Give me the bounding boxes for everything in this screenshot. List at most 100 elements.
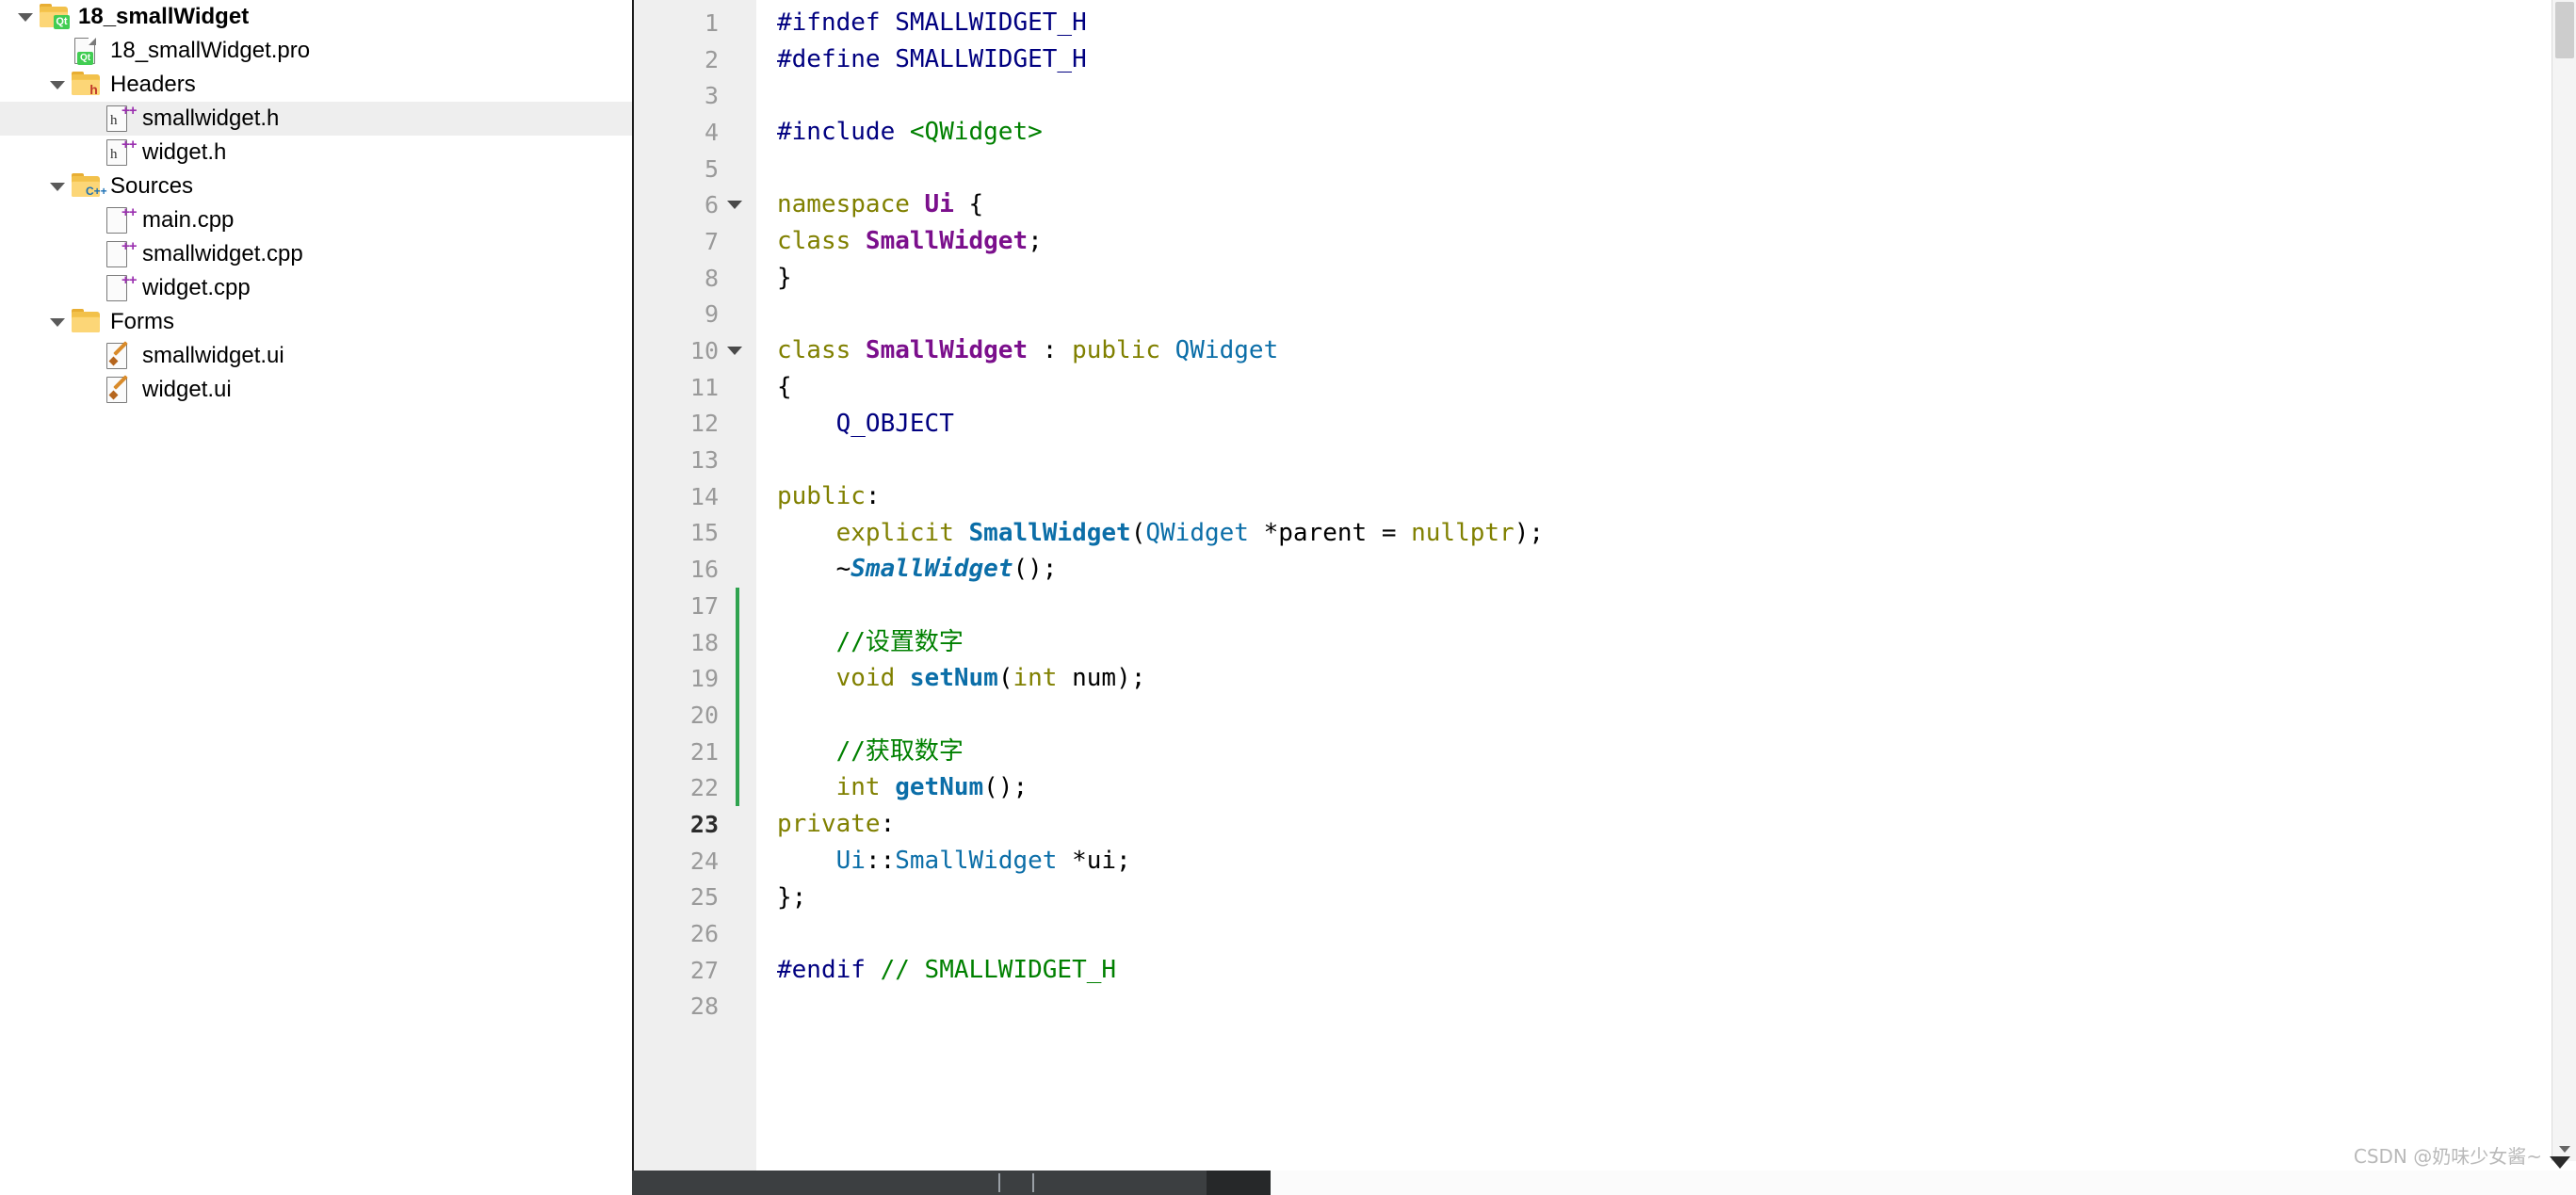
tree-item-widget-h[interactable]: h ++ widget.h xyxy=(0,136,632,170)
code-line[interactable]: #endif // SMALLWIDGET_H xyxy=(777,952,2576,989)
gutter-line: 3 xyxy=(634,77,756,114)
chevron-down-icon[interactable] xyxy=(13,0,38,34)
line-number: 13 xyxy=(689,446,719,475)
tree-item-forms[interactable]: Forms xyxy=(0,305,632,339)
code-line[interactable]: //设置数字 xyxy=(777,624,2576,661)
line-number: 2 xyxy=(704,45,719,73)
code-token: Q_OBJECT xyxy=(835,409,954,438)
file-ui-icon xyxy=(102,341,134,370)
chevron-down-icon[interactable] xyxy=(45,68,70,102)
tree-item-18-smallwidget-pro[interactable]: Qt 18_smallWidget.pro xyxy=(0,34,632,68)
line-number: 14 xyxy=(689,482,719,510)
code-line[interactable]: class SmallWidget : public QWidget xyxy=(777,332,2576,369)
chevron-down-icon[interactable] xyxy=(45,305,70,339)
code-line[interactable]: ~SmallWidget(); xyxy=(777,551,2576,588)
tree-item-label: smallwidget.h xyxy=(142,105,280,131)
gutter-line: 10 xyxy=(634,332,756,369)
tree-item-label: Sources xyxy=(110,173,194,199)
gutter-line: 14 xyxy=(634,478,756,515)
tree-item-label: Forms xyxy=(110,309,174,334)
code-line[interactable] xyxy=(777,77,2576,114)
code-lines[interactable]: #ifndef SMALLWIDGET_H #define SMALLWIDGET… xyxy=(777,5,2576,1025)
tree-item-smallwidget-h[interactable]: h ++ smallwidget.h xyxy=(0,102,632,136)
code-line[interactable] xyxy=(777,151,2576,187)
code-editor[interactable]: 1 2 3 4 5 6 7 8 9 10 11 12 13 14 15 16 17 18 19 20 21 22 23 24 2… xyxy=(632,0,2576,1195)
code-line[interactable] xyxy=(777,915,2576,952)
file-cpp-icon: ++ xyxy=(102,238,138,268)
code-line[interactable] xyxy=(777,697,2576,734)
tree-item-18-smallwidget[interactable]: Qt 18_smallWidget xyxy=(0,0,632,34)
vertical-scrollbar[interactable] xyxy=(2552,0,2576,1161)
code-line[interactable] xyxy=(777,297,2576,333)
code-line[interactable]: #include <QWidget> xyxy=(777,114,2576,151)
code-token: <QWidget> xyxy=(909,118,1043,147)
code-line[interactable]: Q_OBJECT xyxy=(777,406,2576,443)
chevron-down-icon[interactable] xyxy=(45,170,70,203)
tree-item-widget-cpp[interactable]: ++ widget.cpp xyxy=(0,271,632,305)
tree-item-label: smallwidget.ui xyxy=(142,343,284,368)
bottom-toolbar-light-segment[interactable] xyxy=(1271,1171,2576,1195)
code-token: #endif xyxy=(777,955,881,984)
code-line[interactable]: //获取数字 xyxy=(777,734,2576,770)
fold-collapse-icon[interactable] xyxy=(722,187,747,223)
code-line[interactable]: public: xyxy=(777,478,2576,515)
resize-handle-icon[interactable] xyxy=(2550,1156,2570,1169)
code-line[interactable]: namespace Ui { xyxy=(777,186,2576,223)
code-token: #define SMALLWIDGET_H xyxy=(777,44,1087,73)
gutter-line: 9 xyxy=(634,297,756,333)
line-number: 15 xyxy=(689,519,719,547)
code-token: SmallWidget xyxy=(865,227,1029,256)
code-line[interactable]: int getNum(); xyxy=(777,769,2576,806)
tree-item-widget-ui[interactable]: widget.ui xyxy=(0,373,632,407)
code-token: private xyxy=(777,810,881,839)
tree-item-sources[interactable]: C++ Sources xyxy=(0,170,632,203)
fold-collapse-icon[interactable] xyxy=(722,333,747,369)
tree-item-smallwidget-ui[interactable]: smallwidget.ui xyxy=(0,339,632,373)
code-line[interactable]: } xyxy=(777,260,2576,297)
project-tree-sidebar[interactable]: Qt 18_smallWidget Qt 18_smallWidget.pro h Hea… xyxy=(0,0,632,1195)
code-token: } xyxy=(777,263,792,292)
code-line[interactable]: void setNum(int num); xyxy=(777,660,2576,697)
code-line[interactable]: #ifndef SMALLWIDGET_H xyxy=(777,5,2576,41)
code-token: //获取数字 xyxy=(835,736,964,766)
code-line[interactable]: explicit SmallWidget(QWidget *parent = n… xyxy=(777,515,2576,552)
code-line[interactable]: #define SMALLWIDGET_H xyxy=(777,41,2576,78)
folder-forms-icon xyxy=(70,308,102,336)
scrollbar-thumb[interactable] xyxy=(2555,2,2574,58)
code-line[interactable] xyxy=(777,442,2576,478)
line-number: 1 xyxy=(704,8,719,37)
bottom-toolbar[interactable] xyxy=(632,1171,2576,1195)
code-text-area[interactable]: #ifndef SMALLWIDGET_H #define SMALLWIDGET… xyxy=(736,0,2576,1195)
line-number: 6 xyxy=(704,191,719,219)
code-token: : xyxy=(865,481,881,510)
code-line[interactable]: private: xyxy=(777,806,2576,843)
project-tree[interactable]: Qt 18_smallWidget Qt 18_smallWidget.pro h Hea… xyxy=(0,0,632,407)
code-line[interactable]: { xyxy=(777,369,2576,406)
code-line[interactable]: }; xyxy=(777,880,2576,916)
code-token: *ui; xyxy=(1057,846,1131,875)
code-line[interactable]: Ui::SmallWidget *ui; xyxy=(777,843,2576,880)
tree-item-label: 18_smallWidget.pro xyxy=(110,38,311,63)
code-line[interactable] xyxy=(777,588,2576,624)
tree-item-smallwidget-cpp[interactable]: ++ smallwidget.cpp xyxy=(0,237,632,271)
tree-item-main-cpp[interactable]: ++ main.cpp xyxy=(0,203,632,237)
gutter-line: 8 xyxy=(634,260,756,297)
gutter-line: 13 xyxy=(634,442,756,478)
code-token: setNum xyxy=(909,664,998,693)
code-token: SmallWidget xyxy=(968,518,1131,547)
tree-item-headers[interactable]: h Headers xyxy=(0,68,632,102)
code-token: SmallWidget xyxy=(865,336,1029,365)
code-line[interactable]: class SmallWidget; xyxy=(777,223,2576,260)
code-token: }; xyxy=(777,882,807,912)
bottom-toolbar-dark-segment[interactable] xyxy=(1207,1171,1271,1195)
code-line[interactable] xyxy=(777,989,2576,1025)
